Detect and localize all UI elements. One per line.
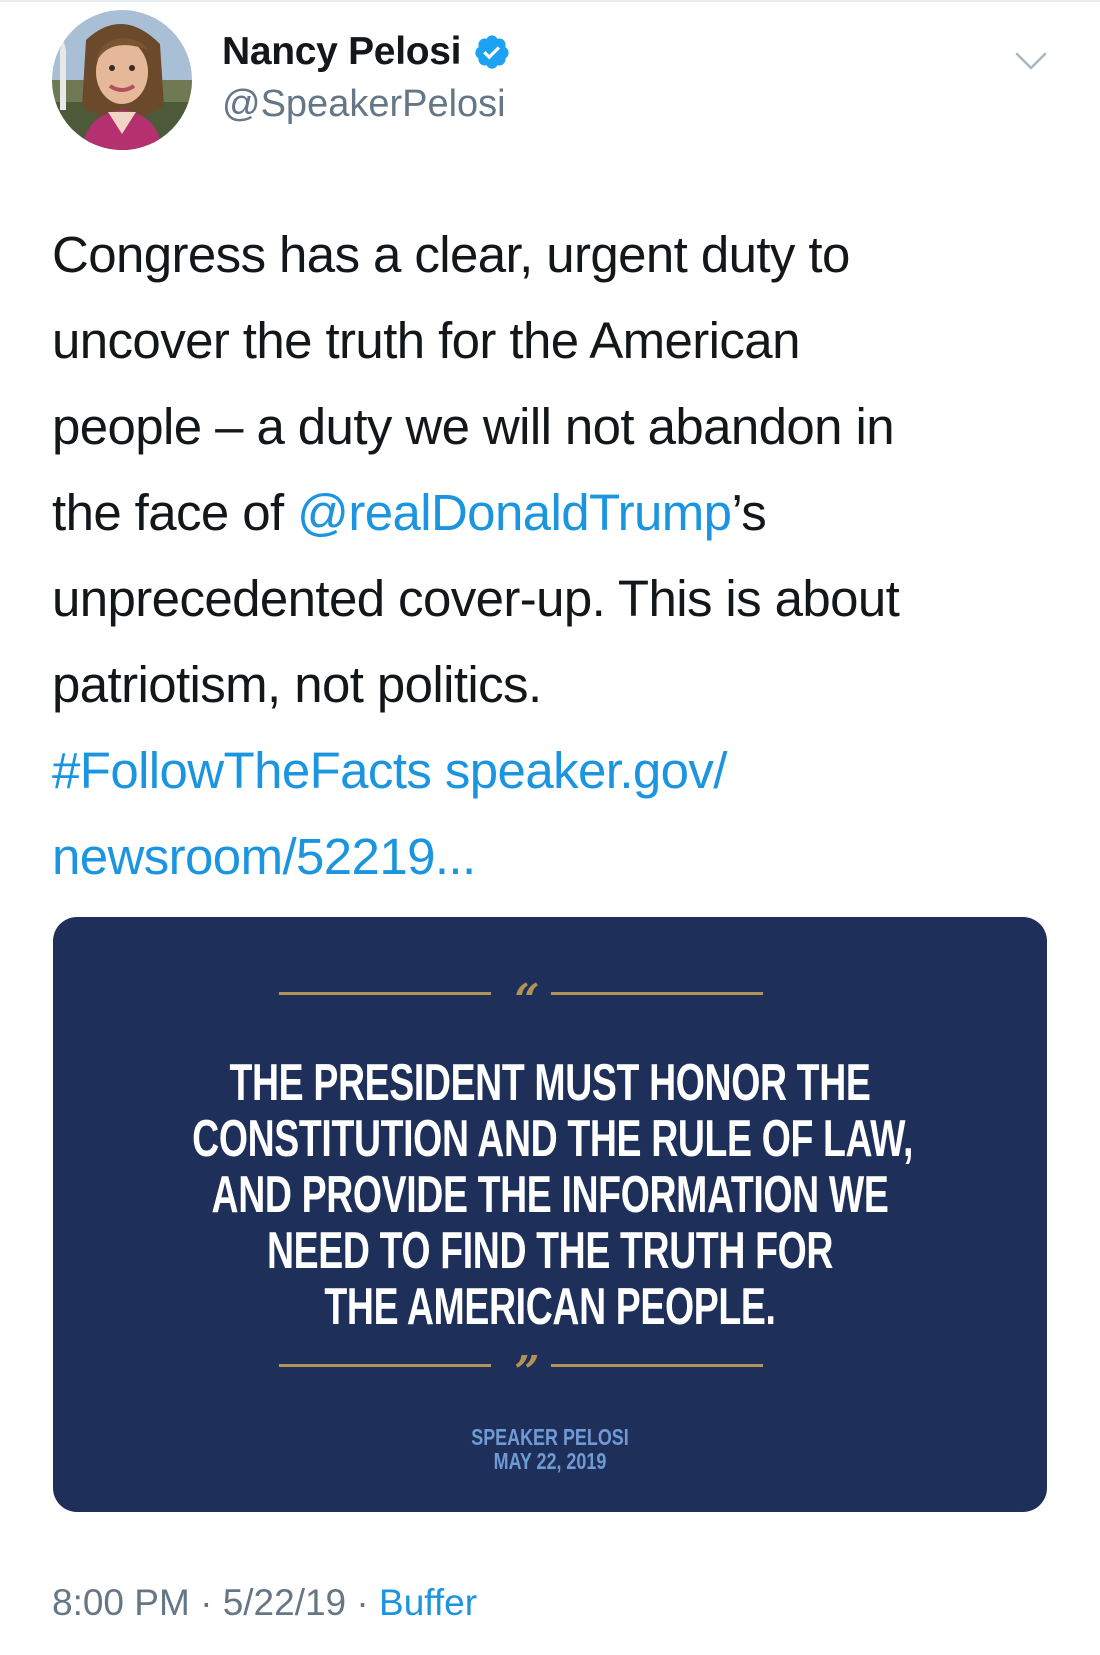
bottom-right-rule — [551, 1364, 763, 1367]
top-divider — [0, 0, 1100, 2]
author-handle[interactable]: @SpeakerPelosi — [222, 80, 506, 128]
tweet-line: uncover the truth for the American — [52, 312, 800, 369]
quote-line: CONSTITUTION AND THE RULE OF LAW, — [192, 1110, 914, 1168]
tweet-metadata: 8:00 PM · 5/22/19 · Buffer — [52, 1578, 477, 1628]
quote-line: THE PRESIDENT MUST HONOR THE — [229, 1054, 871, 1112]
chevron-down-icon[interactable] — [1013, 42, 1049, 78]
quote-line: AND PROVIDE THE INFORMATION WE — [211, 1166, 889, 1224]
profile-photo-icon — [52, 10, 192, 150]
tweet-time[interactable]: 8:00 PM — [52, 1582, 190, 1623]
open-quote-icon: “ — [514, 975, 540, 1026]
hashtag-link[interactable]: #FollowTheFacts — [52, 742, 432, 799]
tweet-source-link[interactable]: Buffer — [379, 1582, 477, 1623]
meta-separator: · — [346, 1582, 380, 1623]
mention-link[interactable]: @realDonaldTrump — [297, 484, 732, 541]
tweet-line: #FollowTheFacts speaker.gov/ — [52, 728, 1072, 814]
avatar[interactable] — [52, 10, 192, 150]
tweet-line: patriotism, not politics. — [52, 656, 542, 713]
attribution-name: SPEAKER PELOSI — [471, 1424, 629, 1450]
tweet-date[interactable]: 5/22/19 — [223, 1582, 346, 1623]
tweet-text-fragment: the face of — [52, 484, 298, 541]
quote-line: NEED TO FIND THE TRUTH FOR — [266, 1222, 834, 1280]
url-link-continued[interactable]: newsroom/52219... — [52, 828, 476, 885]
tweet-text-fragment — [431, 742, 445, 799]
url-link[interactable]: speaker.gov/ — [445, 742, 728, 799]
top-right-rule — [551, 992, 763, 995]
close-quote-icon: ” — [514, 1347, 540, 1398]
tweet-line: Congress has a clear, urgent duty to — [52, 226, 850, 283]
tweet-line: the face of @realDonaldTrump’s — [52, 470, 1072, 556]
attribution-date: MAY 22, 2019 — [493, 1448, 607, 1474]
bottom-left-rule — [279, 1364, 491, 1367]
quote-line: THE AMERICAN PEOPLE. — [324, 1278, 776, 1336]
tweet-line: people – a duty we will not abandon in — [52, 398, 895, 455]
tweet-line: newsroom/52219... — [52, 814, 1072, 900]
tweet-text-fragment: ’s — [731, 484, 767, 541]
author-display-name[interactable]: Nancy Pelosi — [222, 28, 461, 76]
quote-text: THE PRESIDENT MUST HONOR THE CONSTITUTIO… — [192, 1054, 914, 1336]
author-name-row[interactable]: Nancy Pelosi — [222, 28, 511, 76]
quote-attribution: SPEAKER PELOSI MAY 22, 2019 — [162, 1425, 937, 1473]
tweet-text: Congress has a clear, urgent duty to unc… — [52, 212, 1072, 900]
quote-image-card[interactable]: “ THE PRESIDENT MUST HONOR THE CONSTITUT… — [53, 917, 1047, 1512]
verified-badge-icon — [475, 35, 509, 69]
top-left-rule — [279, 992, 491, 995]
tweet-line: unprecedented cover-up. This is about — [52, 570, 900, 627]
meta-separator: · — [189, 1582, 223, 1623]
